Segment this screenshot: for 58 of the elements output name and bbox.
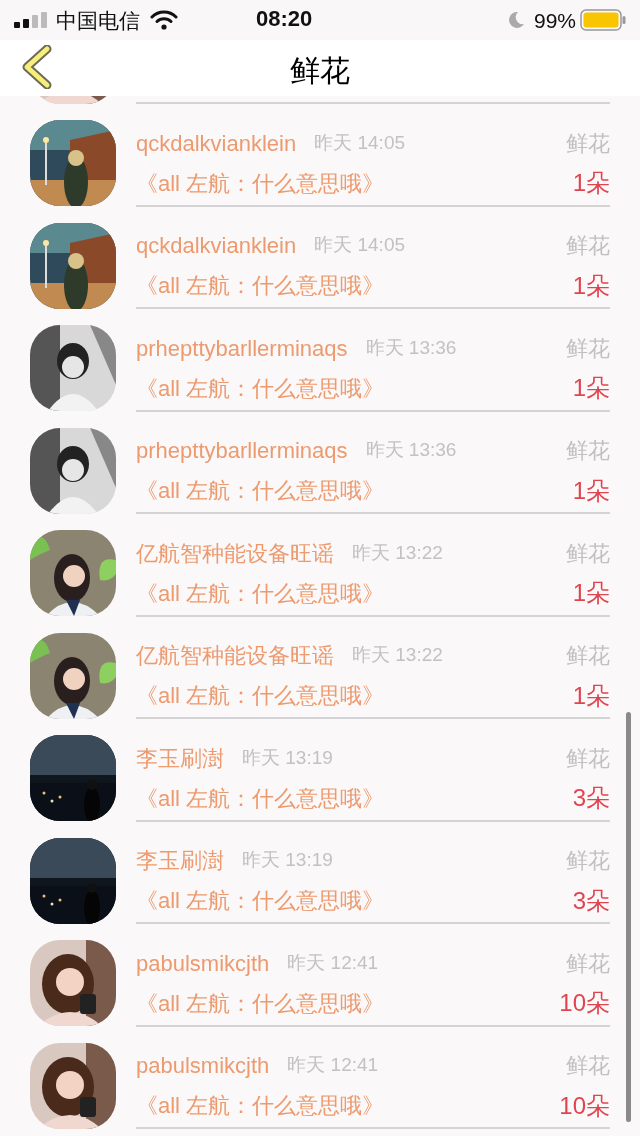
story-title[interactable]: 《all 左航：什么意思哦》 bbox=[136, 679, 385, 712]
gift-type: 鲜花 bbox=[566, 232, 610, 260]
battery-percentage: 99% bbox=[533, 9, 576, 31]
flower-count: 3朵 bbox=[572, 885, 610, 916]
gift-type: 鲜花 bbox=[566, 539, 610, 568]
gift-type: 鲜花 bbox=[566, 642, 610, 670]
timestamp: 昨天 13:22 bbox=[352, 643, 443, 668]
flower-count: 3朵 bbox=[572, 783, 610, 813]
user-name[interactable]: pabulsmikcjth bbox=[136, 1049, 270, 1082]
carrier-name: 中国电信 bbox=[56, 9, 140, 31]
user-name[interactable]: 亿航智种能设备旺谣 bbox=[136, 536, 334, 570]
flower-count: 1朵 bbox=[572, 168, 610, 198]
flower-count: 1朵 bbox=[572, 475, 610, 506]
timestamp: 昨天 13:36 bbox=[365, 438, 457, 463]
gift-type: 鲜花 bbox=[566, 437, 610, 465]
wifi-icon bbox=[150, 10, 178, 30]
user-name[interactable]: 李玉刷澍 bbox=[136, 844, 224, 877]
story-title[interactable]: 《all 左航：什么意思哦》 bbox=[136, 269, 385, 302]
timestamp: 昨天 12:41 bbox=[287, 950, 379, 975]
user-name[interactable]: qckdalkvianklein bbox=[136, 229, 297, 262]
story-title[interactable]: 《all 左航：什么意思哦》 bbox=[136, 166, 385, 200]
timestamp: 昨天 13:19 bbox=[242, 848, 333, 873]
story-title[interactable]: 《all 左航：什么意思哦》 bbox=[136, 371, 385, 405]
gift-type: 鲜花 bbox=[566, 1052, 610, 1080]
timestamp: 昨天 13:22 bbox=[352, 540, 443, 565]
status-time: 08:20 bbox=[256, 8, 313, 30]
story-title[interactable]: 《all 左航：什么意思哦》 bbox=[136, 986, 385, 1020]
back-icon[interactable] bbox=[20, 45, 52, 89]
user-name[interactable]: 亿航智种能设备旺谣 bbox=[136, 639, 334, 672]
story-title[interactable]: 《all 左航：什么意思哦》 bbox=[136, 1089, 385, 1122]
gift-type: 鲜花 bbox=[566, 847, 610, 875]
flower-count: 1朵 bbox=[572, 373, 610, 403]
flower-count: 10朵 bbox=[559, 1090, 610, 1121]
page-title: 鲜花 bbox=[290, 56, 350, 86]
gift-type: 鲜花 bbox=[566, 334, 610, 363]
timestamp: 昨天 13:19 bbox=[242, 745, 333, 770]
user-name[interactable]: prhepttybarllerminaqs bbox=[136, 434, 348, 467]
user-name[interactable]: pabulsmikcjth bbox=[136, 946, 270, 980]
gift-type: 鲜花 bbox=[566, 129, 610, 158]
timestamp: 昨天 13:36 bbox=[365, 335, 457, 360]
story-title[interactable]: 《all 左航：什么意思哦》 bbox=[136, 576, 385, 610]
signal-icon bbox=[14, 12, 48, 28]
gift-type: 鲜花 bbox=[566, 744, 610, 773]
timestamp: 昨天 14:05 bbox=[314, 233, 406, 258]
user-name[interactable]: 李玉刷澍 bbox=[136, 741, 224, 775]
battery-icon bbox=[580, 9, 626, 31]
user-name[interactable]: qckdalkvianklein bbox=[136, 126, 297, 160]
flower-count: 10朵 bbox=[559, 988, 610, 1018]
story-title[interactable]: 《all 左航：什么意思哦》 bbox=[136, 884, 385, 917]
flower-count: 1朵 bbox=[572, 578, 610, 608]
story-title[interactable]: 《all 左航：什么意思哦》 bbox=[136, 474, 385, 507]
timestamp: 昨天 12:41 bbox=[287, 1053, 379, 1078]
gift-type: 鲜花 bbox=[566, 949, 610, 978]
timestamp: 昨天 14:05 bbox=[314, 130, 406, 155]
flower-count: 1朵 bbox=[572, 270, 610, 301]
flower-count: 1朵 bbox=[572, 680, 610, 711]
story-title[interactable]: 《all 左航：什么意思哦》 bbox=[136, 781, 385, 815]
user-name[interactable]: prhepttybarllerminaqs bbox=[136, 331, 348, 365]
